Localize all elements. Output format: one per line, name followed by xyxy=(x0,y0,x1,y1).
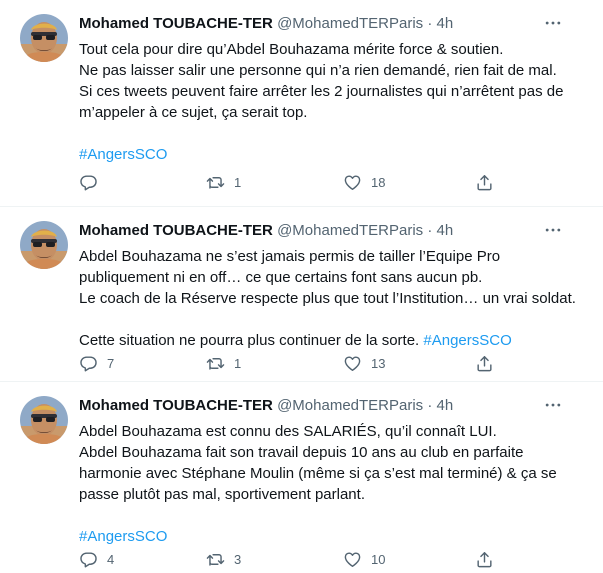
tweet-text-line: harmonie avec Stéphane Moulin (même si ç… xyxy=(79,465,557,482)
avatar[interactable] xyxy=(20,14,68,62)
author-name[interactable]: Mohamed TOUBACHE-TER xyxy=(79,15,273,32)
more-icon xyxy=(543,13,563,33)
heart-icon xyxy=(343,173,362,192)
tweet-text-segment: Cette situation ne pourra plus continuer… xyxy=(79,332,424,349)
tweet-1[interactable]: Mohamed TOUBACHE-TER @MohamedTERParis · … xyxy=(0,0,603,207)
more-options-button[interactable] xyxy=(541,218,565,242)
retweet-button[interactable]: 1 xyxy=(206,172,241,192)
tweet-text-line: Tout cela pour dire qu’Abdel Bouhazama m… xyxy=(79,41,504,58)
profile-photo-icon xyxy=(20,14,68,62)
reply-icon xyxy=(79,173,98,192)
reply-count: 7 xyxy=(107,355,115,371)
share-icon xyxy=(475,550,494,569)
retweet-icon xyxy=(206,173,225,192)
retweet-icon xyxy=(206,550,225,569)
retweet-button[interactable]: 1 xyxy=(206,353,241,373)
tweet-text: Abdel Bouhazama ne s’est jamais permis d… xyxy=(79,246,589,351)
share-icon xyxy=(475,173,494,192)
profile-photo-icon xyxy=(20,221,68,269)
hashtag-link[interactable]: #AngersSCO xyxy=(79,146,167,163)
tweet-timeline: Mohamed TOUBACHE-TER @MohamedTERParis · … xyxy=(0,0,603,573)
like-count: 13 xyxy=(371,355,386,371)
retweet-icon xyxy=(206,354,225,373)
tweet-header: Mohamed TOUBACHE-TER @MohamedTERParis · … xyxy=(79,397,583,417)
reply-button[interactable]: 7 xyxy=(79,353,114,373)
tweet-timestamp[interactable]: 4h xyxy=(437,397,454,414)
avatar[interactable] xyxy=(20,221,68,269)
tweet-text-line: publiquement ni en off… ce que certains … xyxy=(79,269,483,286)
tweet-header: Mohamed TOUBACHE-TER @MohamedTERParis · … xyxy=(79,222,583,242)
author-handle[interactable]: @MohamedTERParis xyxy=(277,222,423,239)
retweet-count: 3 xyxy=(234,551,242,567)
reply-button[interactable]: 4 xyxy=(79,549,114,569)
tweet-text-line: Abdel Bouhazama fait son travail depuis … xyxy=(79,444,524,461)
author-name[interactable]: Mohamed TOUBACHE-TER xyxy=(79,397,273,414)
tweet-text-line: Le coach de la Réserve respecte plus que… xyxy=(79,290,576,307)
tweet-text-line: Cette situation ne pourra plus continuer… xyxy=(79,330,589,351)
retweet-count: 1 xyxy=(234,174,242,190)
tweet-actions: 4 3 10 xyxy=(79,549,499,569)
tweet-text-line: Abdel Bouhazama ne s’est jamais permis d… xyxy=(79,248,501,265)
reply-icon xyxy=(79,354,98,373)
like-button[interactable]: 13 xyxy=(343,353,385,373)
share-button[interactable] xyxy=(475,549,494,569)
tweet-text-line: passe plutôt pas mal, sportivement parla… xyxy=(79,486,365,503)
retweet-count: 1 xyxy=(234,355,242,371)
profile-photo-icon xyxy=(20,396,68,444)
tweet-timestamp[interactable]: 4h xyxy=(437,15,454,32)
tweet-actions: 7 1 13 xyxy=(79,353,499,373)
avatar[interactable] xyxy=(20,396,68,444)
author-handle[interactable]: @MohamedTERParis xyxy=(277,15,423,32)
like-count: 10 xyxy=(371,551,386,567)
reply-count: 4 xyxy=(107,551,115,567)
separator-dot: · xyxy=(427,222,433,239)
like-button[interactable]: 18 xyxy=(343,172,385,192)
share-button[interactable] xyxy=(475,172,494,192)
tweet-text-line: m’appeler à ce sujet, ça serait top. xyxy=(79,104,308,121)
more-options-button[interactable] xyxy=(541,11,565,35)
tweet-text-line: Si ces tweets peuvent faire arrêter les … xyxy=(79,83,564,100)
share-button[interactable] xyxy=(475,353,494,373)
tweet-text: Abdel Bouhazama est connu des SALARIÉS, … xyxy=(79,421,589,547)
like-button[interactable]: 10 xyxy=(343,549,385,569)
tweet-text-line: Abdel Bouhazama est connu des SALARIÉS, … xyxy=(79,423,497,440)
more-icon xyxy=(543,395,563,415)
separator-dot: · xyxy=(427,397,433,414)
separator-dot: · xyxy=(427,15,433,32)
hashtag-link[interactable]: #AngersSCO xyxy=(423,332,511,349)
hashtag-link[interactable]: #AngersSCO xyxy=(79,528,167,545)
like-count: 18 xyxy=(371,174,386,190)
tweet-timestamp[interactable]: 4h xyxy=(437,222,454,239)
heart-icon xyxy=(343,354,362,373)
more-icon xyxy=(543,220,563,240)
reply-icon xyxy=(79,550,98,569)
more-options-button[interactable] xyxy=(541,393,565,417)
reply-button[interactable] xyxy=(79,172,107,192)
heart-icon xyxy=(343,550,362,569)
retweet-button[interactable]: 3 xyxy=(206,549,241,569)
tweet-header: Mohamed TOUBACHE-TER @MohamedTERParis · … xyxy=(79,15,583,35)
author-name[interactable]: Mohamed TOUBACHE-TER xyxy=(79,222,273,239)
author-handle[interactable]: @MohamedTERParis xyxy=(277,397,423,414)
share-icon xyxy=(475,354,494,373)
tweet-3[interactable]: Mohamed TOUBACHE-TER @MohamedTERParis · … xyxy=(0,382,603,573)
tweet-2[interactable]: Mohamed TOUBACHE-TER @MohamedTERParis · … xyxy=(0,207,603,382)
tweet-actions: 1 18 xyxy=(79,172,499,192)
tweet-text-line: Ne pas laisser salir une personne qui n’… xyxy=(79,62,557,79)
tweet-text: Tout cela pour dire qu’Abdel Bouhazama m… xyxy=(79,39,589,165)
